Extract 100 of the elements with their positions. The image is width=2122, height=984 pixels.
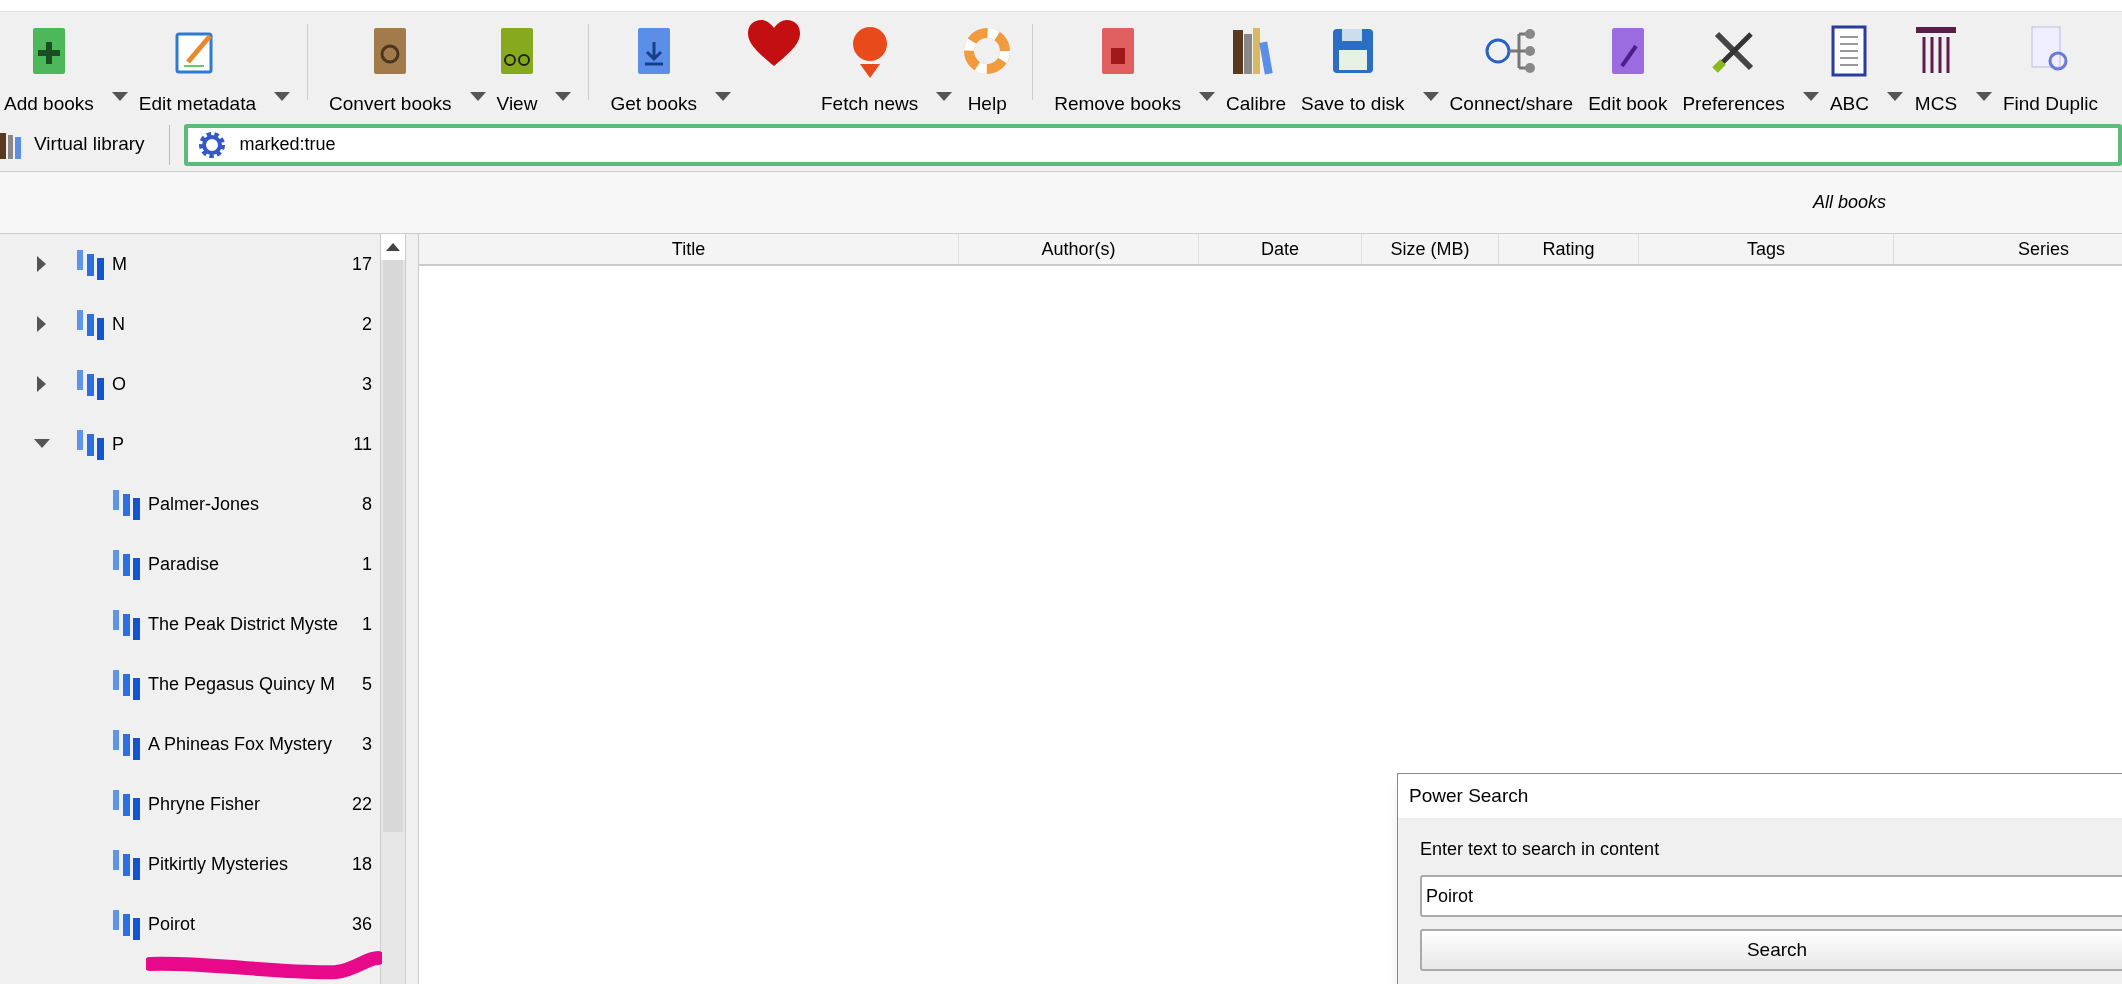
tree-label: Palmer-Jones [148, 492, 261, 516]
content-search-field[interactable]: Poirot [1420, 875, 2122, 917]
toolbar-button[interactable]: View [492, 20, 542, 119]
dropdown-caret-icon[interactable] [469, 92, 486, 102]
dropdown-caret-icon[interactable] [936, 92, 953, 102]
series-bars-icon [112, 668, 142, 700]
series-bars-icon [112, 908, 142, 940]
tree-count: 2 [362, 312, 372, 336]
collapsed-arrow-icon[interactable] [37, 256, 47, 272]
toolbar-button[interactable]: Edit metadata [134, 20, 261, 119]
tree-label: The Pegasus Quincy M [148, 672, 337, 696]
tree-row[interactable]: P 11 [0, 414, 380, 474]
tree-count: 1 [362, 552, 372, 576]
tree-label: P [112, 432, 125, 456]
series-bars-icon [112, 788, 142, 820]
dropdown-caret-icon[interactable] [1802, 92, 1819, 102]
tree-count: 3 [362, 372, 372, 396]
tree-label: Paradise [148, 552, 221, 576]
column-header[interactable]: Tags [1639, 234, 1894, 264]
column-header[interactable]: Author(s) [959, 234, 1199, 264]
tree-row[interactable]: The Pegasus Quincy M 5 [0, 654, 380, 714]
collapsed-arrow-icon[interactable] [37, 376, 47, 392]
tree-label: The Peak District Myste [148, 612, 340, 636]
tree-count: 5 [362, 672, 372, 696]
settings-icon[interactable] [197, 130, 226, 159]
column-header[interactable]: Title [419, 234, 959, 264]
lifebuoy-icon [963, 27, 1012, 75]
tree-label: Pitkirtly Mysteries [148, 852, 289, 876]
toolbar-button[interactable]: Connect/share [1445, 20, 1578, 119]
tree-count: 36 [351, 912, 372, 936]
column-header[interactable]: Date [1199, 234, 1362, 264]
dropdown-caret-icon[interactable] [111, 92, 128, 102]
column-header[interactable]: Rating [1499, 234, 1639, 264]
column-header[interactable]: Series [1894, 234, 2122, 264]
collapsed-arrow-icon[interactable] [37, 316, 47, 332]
tree-label: M [112, 252, 128, 276]
expanded-arrow-icon[interactable] [34, 439, 50, 449]
toolbar-button[interactable]: Help [959, 20, 1016, 119]
tree-row[interactable]: A Phineas Fox Mystery 3 [0, 714, 380, 774]
search-button[interactable]: Search [1420, 929, 2122, 971]
search-field[interactable]: marked:true [183, 123, 2122, 166]
series-bars-icon [76, 428, 106, 460]
tree-count: 1 [362, 612, 372, 636]
tree-count: 3 [362, 732, 372, 756]
toolbar-button[interactable]: Edit book [1584, 20, 1672, 119]
toolbar-button[interactable]: Save to disk [1297, 20, 1409, 119]
series-bars-icon [112, 848, 142, 880]
series-bars-icon [76, 308, 106, 340]
dropdown-caret-icon[interactable] [715, 92, 731, 102]
tree-row[interactable]: Phryne Fisher 22 [0, 774, 380, 834]
tree-label: Poirot [148, 912, 197, 936]
search-label: Enter text to search in content [1420, 838, 1661, 861]
dropdown-caret-icon[interactable] [1886, 92, 1903, 102]
tree-count: 17 [351, 252, 372, 276]
tree-label: N [112, 312, 126, 336]
tree-row[interactable]: O 3 [0, 354, 380, 414]
list-page-icon [1831, 25, 1868, 77]
tree-label: A Phineas Fox Mystery [148, 732, 334, 756]
toolbar-button[interactable]: Preferences [1678, 20, 1789, 119]
toolbar-button[interactable]: Get books [606, 20, 701, 119]
toolbar-button[interactable]: Find Duplic [1998, 20, 2102, 119]
scroll-up-icon[interactable] [386, 243, 400, 251]
library-label: All books [1812, 191, 1886, 214]
tree-row[interactable]: The Peak District Myste 1 [0, 594, 380, 654]
tree-row[interactable]: Poirot 36 [0, 894, 380, 954]
search-input[interactable]: marked:true [239, 131, 2118, 158]
heart-icon[interactable] [748, 20, 800, 68]
virtual-library-button[interactable]: Virtual library [0, 130, 169, 159]
tree-count: 18 [351, 852, 372, 876]
tree-row[interactable]: M 17 [0, 234, 380, 294]
series-bars-icon [76, 248, 106, 280]
series-bars-icon [112, 488, 142, 520]
series-bars-icon [112, 548, 142, 580]
toolbar-button[interactable]: Remove books [1050, 20, 1185, 119]
toolbar-button[interactable]: ABC [1825, 20, 1873, 119]
tree-count: 11 [353, 432, 372, 456]
scrollbar[interactable] [380, 234, 406, 984]
tree-label: Phryne Fisher [148, 792, 262, 816]
dropdown-caret-icon[interactable] [1198, 92, 1215, 102]
toolbar-button[interactable]: Add books [0, 20, 98, 119]
tree-count: 8 [362, 492, 372, 516]
toolbar-button[interactable]: MCS [1909, 20, 1962, 119]
tree-row[interactable]: Palmer-Jones 8 [0, 474, 380, 534]
tree-row[interactable]: Pitkirtly Mysteries 18 [0, 834, 380, 894]
series-bars-icon [76, 368, 106, 400]
toolbar-button[interactable]: Fetch news [817, 20, 923, 119]
series-bars-icon [112, 728, 142, 760]
dropdown-caret-icon[interactable] [1422, 92, 1439, 102]
tree-count: 22 [351, 792, 372, 816]
dropdown-caret-icon[interactable] [274, 92, 291, 102]
tree-label: O [112, 372, 127, 396]
tree-row[interactable]: Paradise 1 [0, 534, 380, 594]
column-header[interactable]: Size (MB) [1362, 234, 1499, 264]
tree-row[interactable]: N 2 [0, 294, 380, 354]
dialog-title: Power Search [1409, 783, 1529, 808]
dropdown-caret-icon[interactable] [555, 92, 572, 102]
toolbar-button[interactable]: Convert books [325, 20, 456, 119]
dropdown-caret-icon[interactable] [1975, 92, 1992, 102]
bookshelf-icon [0, 130, 24, 159]
toolbar-button[interactable]: Calibre [1221, 20, 1291, 119]
